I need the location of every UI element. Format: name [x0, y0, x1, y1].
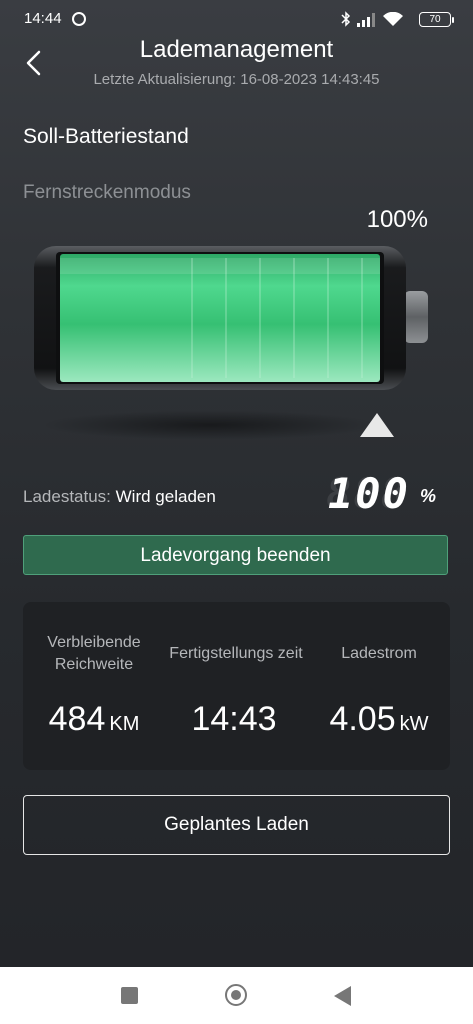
battery-graphic[interactable] [32, 244, 432, 394]
charging-status-label: Ladestatus: [23, 487, 111, 506]
battery-icon-large [34, 246, 428, 390]
stat-label: Verbleibende Reichweite [47, 634, 141, 673]
charging-stats-card: Verbleibende Reichweite 484 KM Fertigstel… [23, 602, 450, 770]
charging-mode-label: Fernstreckenmodus [23, 182, 191, 203]
stat-number: 14:43 [191, 700, 277, 738]
status-time: 14:44 [24, 10, 62, 27]
completion-time-stat: Fertigstellungs zeit 14:43 [165, 602, 307, 770]
charging-status: Ladestatus: Wird geladen [23, 487, 216, 507]
charge-level-unit: % [420, 486, 437, 506]
battery-icon: 70 [419, 12, 454, 27]
back-triangle-icon[interactable] [334, 986, 351, 1006]
charging-status-value: Wird geladen [115, 487, 216, 506]
stat-value: 14:43 [165, 700, 307, 739]
stop-charging-button[interactable]: Ladevorgang beenden [23, 535, 448, 575]
charging-power-stat: Ladestrom 4.05 kW [308, 602, 450, 770]
stat-number: 4.05 [329, 700, 396, 738]
battery-shadow [40, 410, 380, 440]
target-slider-handle[interactable] [360, 413, 394, 437]
planned-charging-button[interactable]: Geplantes Laden [23, 795, 450, 855]
page-title: Lademanagement [139, 36, 334, 63]
recent-apps-icon[interactable] [121, 987, 138, 1004]
stat-value: 4.05 kW [308, 700, 450, 739]
stat-value: 484 KM [23, 700, 165, 739]
sync-icon [72, 12, 86, 26]
stat-unit: KM [109, 713, 140, 735]
home-icon[interactable] [225, 984, 247, 1006]
charge-level-readout: 100 [328, 469, 410, 518]
signal-icon [357, 13, 375, 27]
target-percent: 100% [366, 206, 428, 233]
last-update-text: Letzte Aktualisierung: 16-08-2023 14:43:… [93, 71, 380, 88]
status-icons: 70 [341, 10, 454, 30]
wifi-icon [383, 12, 403, 26]
stat-label: Fertigstellungs zeit [169, 645, 303, 662]
bluetooth-icon [341, 11, 351, 27]
stat-unit: kW [399, 713, 429, 735]
stat-number: 484 [48, 700, 106, 738]
system-nav-bar [0, 967, 473, 1024]
section-title: Soll-Batteriestand [23, 125, 189, 148]
stat-label: Ladestrom [341, 645, 417, 662]
remaining-range-stat: Verbleibende Reichweite 484 KM [23, 602, 165, 770]
status-bar: 14:44 70 [0, 0, 473, 40]
